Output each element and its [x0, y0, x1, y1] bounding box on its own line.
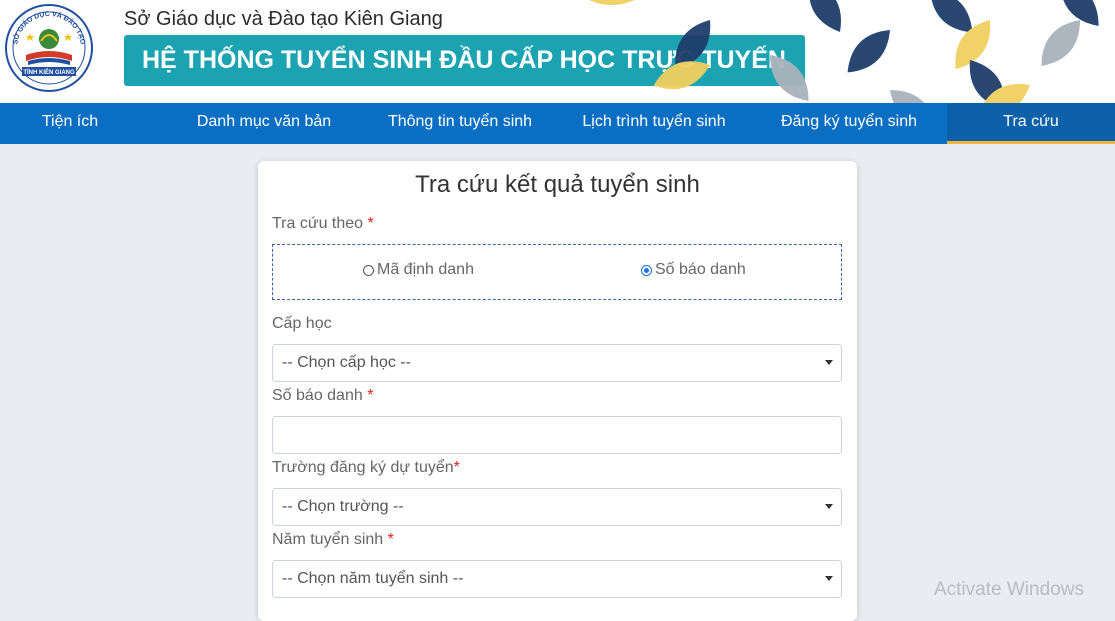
lookup-by-label: Tra cứu theo * [272, 215, 374, 233]
year-label: Năm tuyển sinh * [272, 531, 394, 549]
year-label-text: Năm tuyển sinh [272, 531, 384, 548]
decorative-leaves-pattern [589, 0, 1099, 103]
nav-item-tien-ich[interactable]: Tiện ích [0, 103, 140, 144]
radio-button-ma-dinh-danh[interactable] [363, 264, 374, 276]
sbd-label: Số báo danh * [272, 387, 373, 405]
school-label-text: Trường đăng ký dự tuyển [272, 459, 454, 476]
required-mark: * [367, 215, 374, 232]
department-logo-icon: SỞ GIÁO DỤC VÀ ĐÀO TẠO TỈNH KIÊN GIANG [5, 4, 93, 92]
chevron-down-icon [825, 504, 833, 509]
radio-button-so-bao-danh[interactable] [641, 264, 652, 276]
level-select[interactable]: -- Chọn cấp học -- [272, 344, 842, 382]
year-select-value: -- Chọn năm tuyển sinh -- [282, 570, 464, 587]
org-name: Sở Giáo dục và Đào tạo Kiên Giang [124, 8, 443, 30]
site-header: SỞ GIÁO DỤC VÀ ĐÀO TẠO TỈNH KIÊN GIANG S… [0, 0, 1115, 103]
lookup-type-group: Mã định danh Số báo danh [272, 244, 842, 300]
main-nav: Tiện ích Danh mục văn bản Thông tin tuyể… [0, 103, 1115, 144]
school-label: Trường đăng ký dự tuyển* [272, 459, 460, 477]
logo-bottom-text: TỈNH KIÊN GIANG [23, 68, 75, 76]
nav-item-dang-ky-tuyen-sinh[interactable]: Đăng ký tuyển sinh [762, 103, 936, 144]
sbd-input[interactable] [272, 416, 842, 454]
form-title: Tra cứu kết quả tuyển sinh [415, 171, 700, 198]
nav-item-thong-tin-tuyen-sinh[interactable]: Thông tin tuyển sinh [372, 103, 548, 144]
level-label: Cấp học [272, 315, 332, 332]
radio-label-ma-dinh-danh: Mã định danh [377, 261, 474, 278]
lookup-form-card: Tra cứu kết quả tuyển sinh Tra cứu theo … [258, 161, 857, 621]
year-select[interactable]: -- Chọn năm tuyển sinh -- [272, 560, 842, 598]
required-mark: * [453, 459, 460, 476]
radio-option-ma-dinh-danh[interactable]: Mã định danh [363, 261, 474, 279]
sbd-label-text: Số báo danh [272, 387, 363, 404]
required-mark: * [367, 387, 374, 404]
chevron-down-icon [825, 576, 833, 581]
school-select-value: -- Chọn trường -- [282, 498, 404, 515]
nav-item-lich-trinh-tuyen-sinh[interactable]: Lịch trình tuyển sinh [566, 103, 742, 144]
level-select-value: -- Chọn cấp học -- [282, 354, 411, 371]
lookup-by-label-text: Tra cứu theo [272, 215, 364, 232]
nav-item-danh-muc-van-ban[interactable]: Danh mục văn bản [180, 103, 348, 144]
chevron-down-icon [825, 360, 833, 365]
required-mark: * [387, 531, 394, 548]
radio-option-so-bao-danh[interactable]: Số báo danh [641, 261, 746, 279]
radio-label-so-bao-danh: Số báo danh [655, 261, 746, 278]
activate-windows-watermark: Activate Windows [934, 579, 1084, 600]
nav-item-tra-cuu[interactable]: Tra cứu [947, 103, 1115, 144]
school-select[interactable]: -- Chọn trường -- [272, 488, 842, 526]
